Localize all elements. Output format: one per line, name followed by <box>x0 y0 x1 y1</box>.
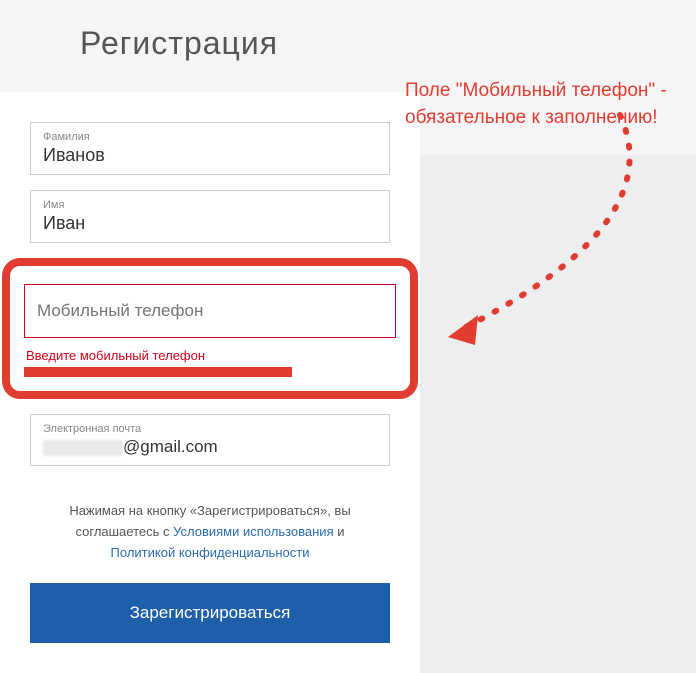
surname-field[interactable]: Фамилия <box>30 122 390 175</box>
email-value-row: @gmail.com <box>43 437 377 457</box>
privacy-link[interactable]: Политикой конфиденциальности <box>111 545 310 560</box>
callout-annotation: Поле "Мобильный телефон" - обязательное … <box>405 78 685 131</box>
email-obscured-part <box>43 440 123 456</box>
terms-link[interactable]: Условиями использования <box>173 524 334 539</box>
arrow-icon <box>420 105 680 365</box>
name-label: Имя <box>43 199 377 211</box>
page-title: Регистрация <box>0 0 420 92</box>
register-button[interactable]: Зарегистрироваться <box>30 583 390 643</box>
phone-input[interactable] <box>37 301 383 321</box>
consent-text: Нажимая на кнопку «Зарегистрироваться», … <box>30 481 390 583</box>
name-field[interactable]: Имя <box>30 190 390 243</box>
surname-label: Фамилия <box>43 131 377 143</box>
highlight-annotation-box: Введите мобильный телефон <box>2 258 418 399</box>
sidebar-background <box>420 155 696 673</box>
phone-error: Введите мобильный телефон <box>24 348 396 363</box>
consent-and: и <box>337 524 344 539</box>
redaction-bar <box>24 367 292 377</box>
form-body: Фамилия Имя Введите мобильный телефон Эл… <box>0 92 420 673</box>
phone-field[interactable] <box>24 284 396 338</box>
surname-input[interactable] <box>43 145 377 166</box>
email-field[interactable]: Электронная почта @gmail.com <box>30 414 390 466</box>
email-domain: @gmail.com <box>123 437 218 456</box>
name-input[interactable] <box>43 213 377 234</box>
email-label: Электронная почта <box>43 423 377 435</box>
registration-form: Регистрация Фамилия Имя Введите мобильны… <box>0 0 420 673</box>
